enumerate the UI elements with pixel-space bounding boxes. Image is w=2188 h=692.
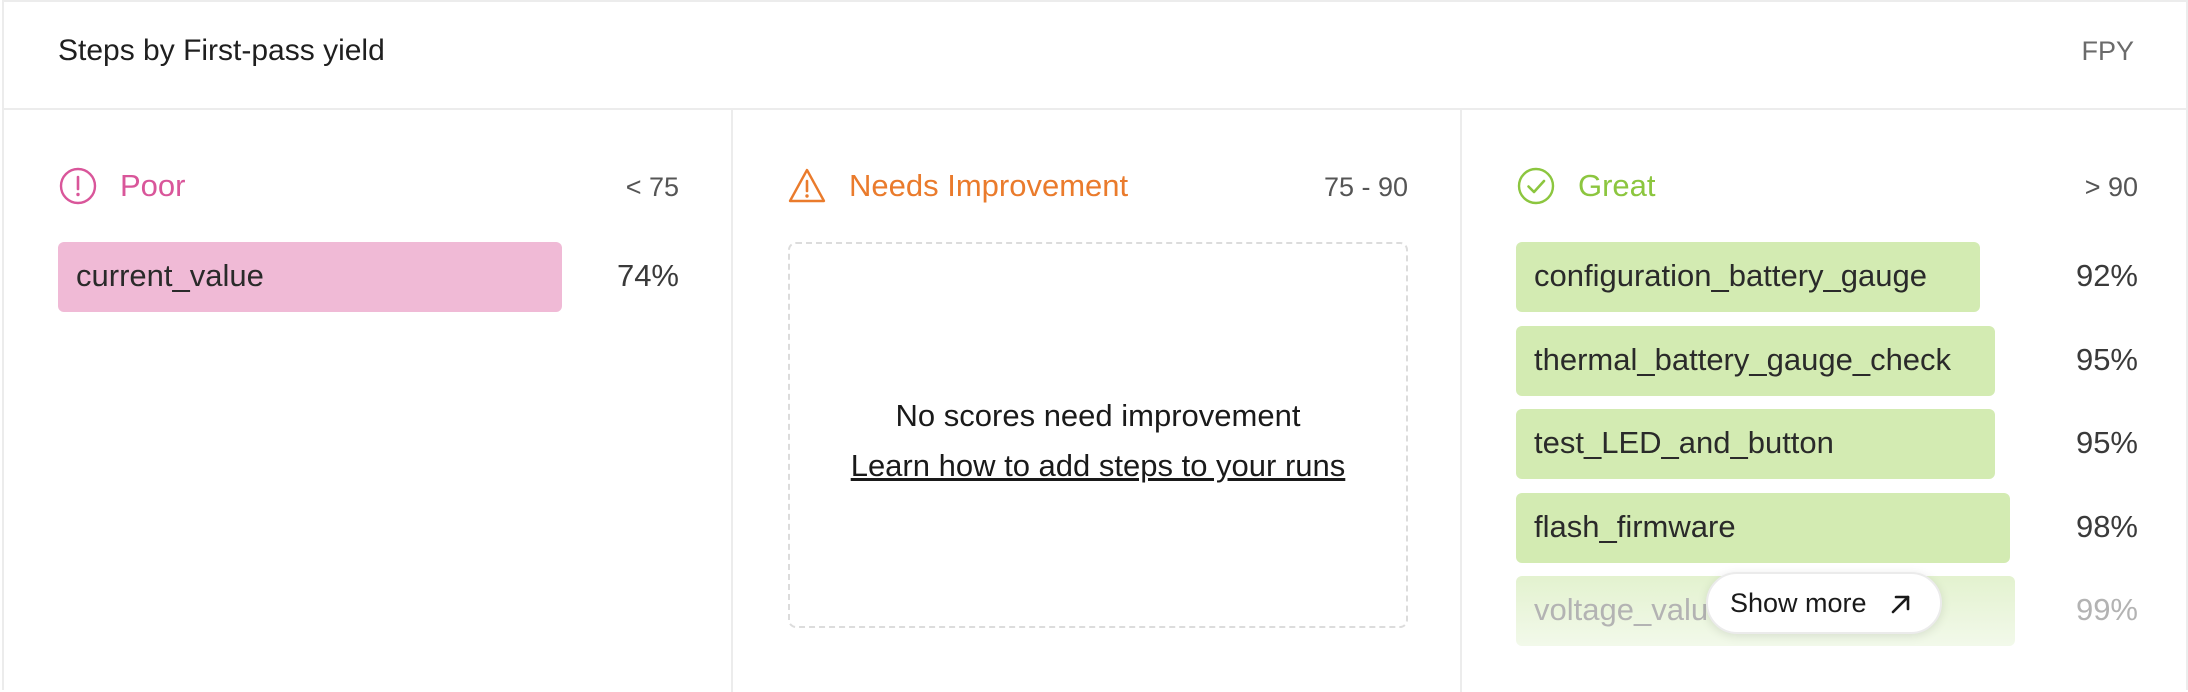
alert-circle-icon [59, 167, 97, 205]
step-fpy: 92% [2075, 258, 2138, 293]
list-item[interactable]: configuration_battery_gauge 92% [1516, 242, 2138, 312]
poor-list: current_value 74% [58, 242, 679, 326]
needs-range: 75 - 90 [1323, 172, 1408, 202]
show-more-label: Show more [1730, 588, 1867, 618]
needs-header: Needs Improvement 75 - 90 [787, 166, 1408, 206]
learn-more-link[interactable]: Learn how to add steps to your runs [790, 448, 1406, 484]
show-more-button[interactable]: Show more [1706, 572, 1942, 634]
check-circle-icon [1517, 167, 1555, 205]
metric-unit: FPY [2081, 36, 2134, 66]
great-label: Great [1578, 168, 1656, 203]
poor-label: Poor [120, 168, 186, 203]
needs-improvement-column: Needs Improvement 75 - 90 No scores need… [733, 110, 1462, 692]
list-item[interactable]: thermal_battery_gauge_check 95% [1516, 325, 2138, 396]
step-name: current_value [76, 258, 264, 293]
poor-header: Poor < 75 [58, 166, 679, 206]
step-fpy: 95% [2075, 341, 2138, 377]
great-header: Great > 90 [1516, 166, 2138, 206]
poor-range: < 75 [625, 172, 679, 202]
step-name: voltage_value [1534, 592, 1726, 627]
step-fpy: 95% [2075, 425, 2138, 460]
step-name: thermal_battery_gauge_check [1534, 341, 1952, 377]
card-header: Steps by First-pass yield FPY [4, 2, 2186, 110]
step-fpy: 74% [616, 258, 679, 293]
empty-state: No scores need improvement Learn how to … [788, 242, 1408, 628]
card-title: Steps by First-pass yield [58, 34, 385, 67]
step-name: test_LED_and_button [1534, 425, 1834, 460]
list-item[interactable]: flash_firmware 98% [1516, 492, 2138, 563]
step-fpy: 98% [2075, 508, 2138, 544]
warning-triangle-icon [788, 168, 826, 203]
poor-column: Poor < 75 current_value 74% [4, 110, 733, 692]
list-item[interactable]: test_LED_and_button 95% [1516, 409, 2138, 479]
step-name: configuration_battery_gauge [1534, 258, 1927, 293]
arrow-up-right-icon [1891, 595, 1910, 614]
empty-state-title: No scores need improvement [895, 398, 1301, 433]
needs-label: Needs Improvement [849, 168, 1129, 203]
list-item[interactable]: current_value 74% [58, 242, 679, 312]
step-name: flash_firmware [1534, 508, 1736, 544]
great-range: > 90 [2084, 172, 2138, 202]
step-fpy: 99% [2075, 592, 2138, 627]
